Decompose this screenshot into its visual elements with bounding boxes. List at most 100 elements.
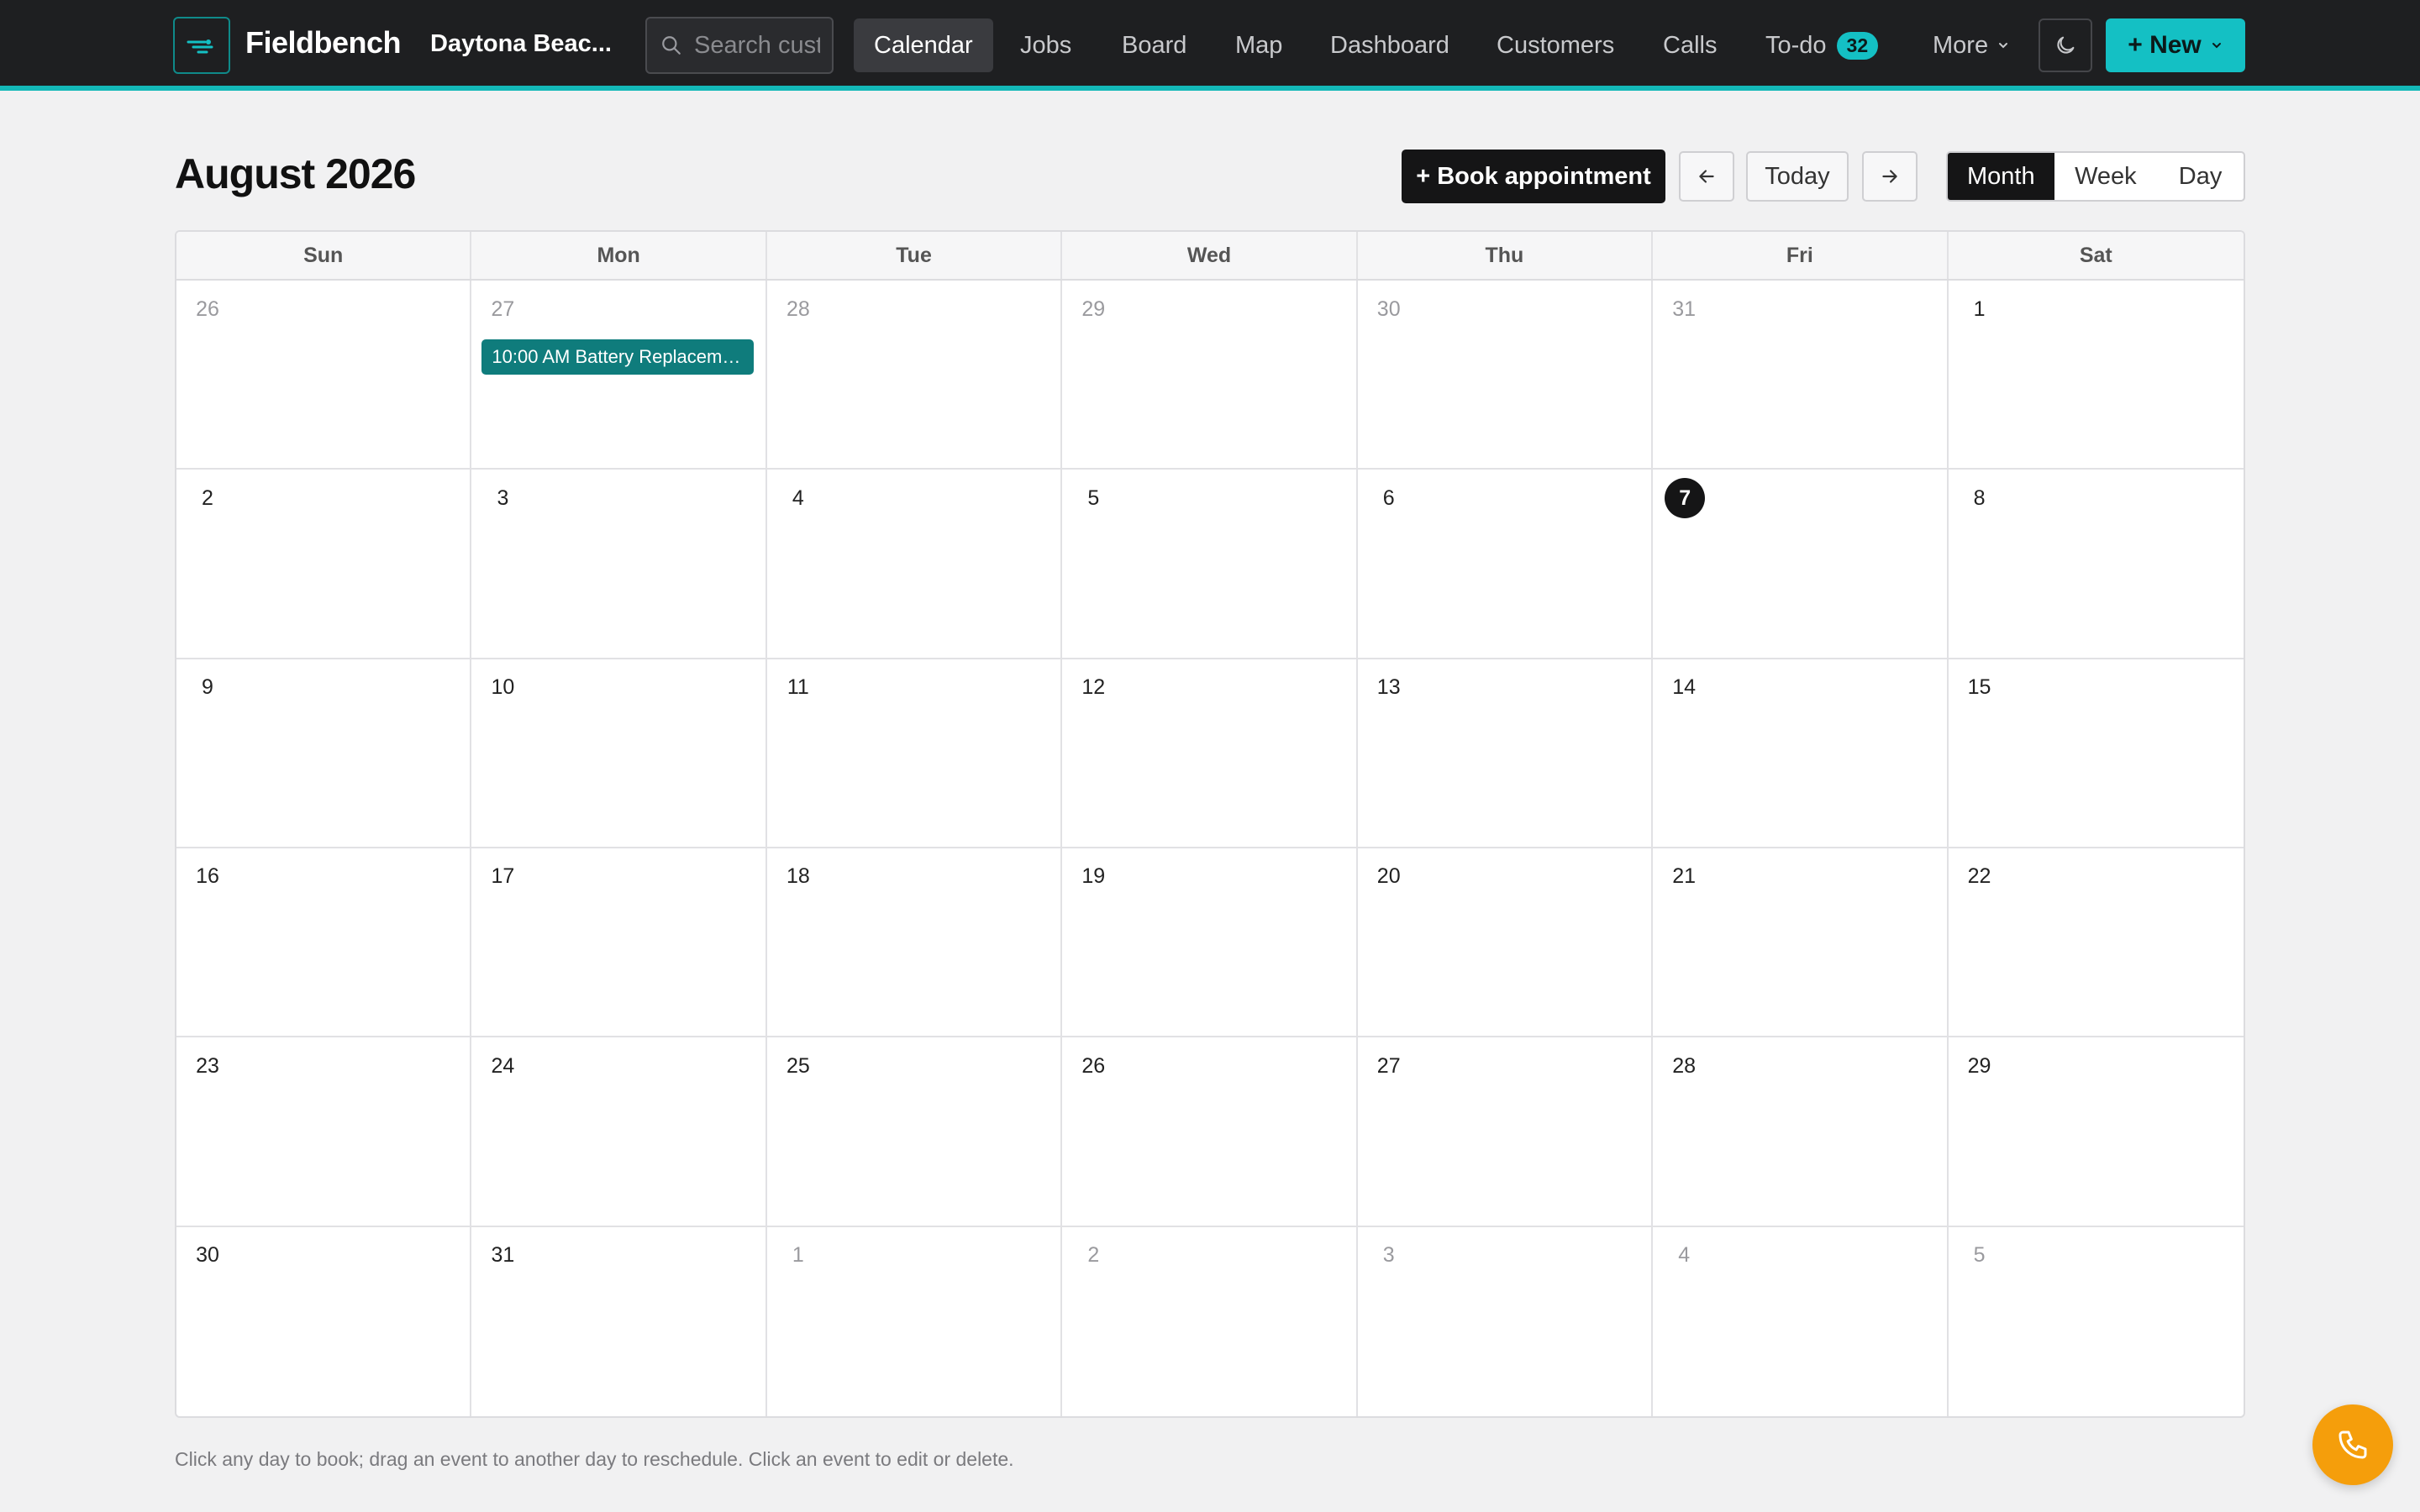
day-number: 6 xyxy=(1382,486,1395,510)
calendar-day[interactable]: 23 xyxy=(176,1037,472,1227)
calendar-event[interactable]: 10:00 AM Battery Replacement xyxy=(481,339,754,375)
calendar-day[interactable]: 15 xyxy=(1948,659,2244,848)
nav-board[interactable]: Board xyxy=(1102,18,1207,72)
calendar-day[interactable]: 30 xyxy=(1357,281,1654,470)
day-number: 5 xyxy=(1973,1243,1986,1268)
view-day-button[interactable]: Day xyxy=(2157,153,2244,200)
day-number: 29 xyxy=(1081,297,1106,321)
day-number: 14 xyxy=(1672,675,1697,700)
day-number: 31 xyxy=(1672,297,1697,321)
day-number: 30 xyxy=(1376,297,1401,321)
calendar-day[interactable]: 18 xyxy=(766,848,1063,1038)
location-selector[interactable]: Daytona Beac... xyxy=(430,30,612,58)
calendar-day[interactable]: 14 xyxy=(1653,659,1949,848)
calendar-day[interactable]: 13 xyxy=(1357,659,1654,848)
calendar-day[interactable]: 21 xyxy=(1653,848,1949,1038)
day-number: 30 xyxy=(196,1243,219,1268)
brand-name[interactable]: Fieldbench xyxy=(245,25,402,60)
nav-calendar[interactable]: Calendar xyxy=(854,18,993,72)
calendar-day[interactable]: 28 xyxy=(1653,1037,1949,1227)
calendar-day[interactable]: 17 xyxy=(471,848,767,1038)
day-number: 20 xyxy=(1376,864,1401,889)
today-button[interactable]: Today xyxy=(1746,151,1849,202)
weekday-label: Thu xyxy=(1358,232,1654,279)
calendar-day[interactable]: 6 xyxy=(1357,470,1654,659)
todo-count-badge: 32 xyxy=(1836,31,1879,60)
calendar-day[interactable]: 27 10:00 AM Battery Replacement xyxy=(471,281,767,470)
new-button[interactable]: + New xyxy=(2106,18,2245,72)
calendar-day[interactable]: 5 xyxy=(1949,1227,2244,1416)
nav-calls[interactable]: Calls xyxy=(1643,18,1737,72)
calendar-day[interactable]: 31 xyxy=(471,1226,767,1416)
calendar-day[interactable]: 2 xyxy=(176,470,472,659)
next-month-button[interactable] xyxy=(1862,151,1918,202)
dark-mode-toggle[interactable] xyxy=(2039,18,2092,72)
calendar-day[interactable]: 3 xyxy=(471,470,767,659)
calendar-day[interactable]: 11 xyxy=(766,659,1063,848)
book-appointment-button[interactable]: + Book appointment xyxy=(1402,150,1665,203)
day-number: 17 xyxy=(491,864,515,889)
day-number: 8 xyxy=(1973,486,1986,510)
calendar-day[interactable]: 9 xyxy=(176,659,472,848)
calendar-day[interactable]: 4 xyxy=(1653,1226,1949,1416)
calendar-day[interactable]: 29 xyxy=(1948,1037,2244,1227)
calendar-day[interactable]: 29 xyxy=(1062,281,1358,470)
day-number: 15 xyxy=(1967,675,1991,700)
day-number: 31 xyxy=(491,1243,515,1268)
calendar-day[interactable]: 24 xyxy=(471,1037,767,1227)
view-month-button[interactable]: Month xyxy=(1948,153,2054,200)
calendar-day[interactable]: 31 xyxy=(1653,281,1949,470)
day-number: 12 xyxy=(1081,675,1106,700)
day-number: 27 xyxy=(491,297,515,321)
calendar-day[interactable]: 19 xyxy=(1062,848,1358,1038)
call-button[interactable] xyxy=(2312,1404,2393,1485)
calendar-day[interactable]: 16 xyxy=(176,848,472,1038)
chevron-down-icon xyxy=(1999,43,2008,49)
day-number: 4 xyxy=(1678,1243,1691,1268)
arrow-left-icon xyxy=(1699,170,1714,183)
day-number: 26 xyxy=(196,297,219,321)
calendar-day[interactable]: 2 xyxy=(1062,1226,1358,1416)
calendar-day-today[interactable]: 7 xyxy=(1653,470,1949,659)
calendar-day[interactable]: 27 xyxy=(1357,1037,1654,1227)
calendar-day[interactable]: 30 xyxy=(176,1226,472,1416)
chevron-down-icon xyxy=(2212,43,2221,49)
day-number: 4 xyxy=(792,486,804,510)
calendar-day[interactable]: 28 xyxy=(766,281,1063,470)
day-number: 29 xyxy=(1967,1053,1991,1078)
day-number: 25 xyxy=(786,1053,810,1078)
calendar-day[interactable]: 8 xyxy=(1948,470,2244,659)
calendar-day[interactable]: 20 xyxy=(1357,848,1654,1038)
calendar-day[interactable]: 4 xyxy=(766,470,1063,659)
calendar-day[interactable]: 26 xyxy=(176,281,472,470)
moon-icon xyxy=(2057,36,2075,54)
logo-icon[interactable] xyxy=(173,17,230,74)
day-number: 28 xyxy=(786,297,810,321)
calendar-day[interactable]: 26 xyxy=(1062,1037,1358,1227)
calendar-day[interactable]: 3 xyxy=(1358,1226,1654,1416)
calendar-day[interactable]: 22 xyxy=(1948,848,2244,1038)
day-number: 1 xyxy=(1973,297,1986,321)
calendar-day[interactable]: 25 xyxy=(766,1037,1063,1227)
day-number: 3 xyxy=(497,486,509,510)
weekday-label: Fri xyxy=(1653,232,1949,279)
search-box[interactable] xyxy=(645,17,834,74)
nav-todo[interactable]: To-do 32 xyxy=(1745,18,1898,72)
calendar-day[interactable]: 12 xyxy=(1062,659,1358,848)
calendar-day[interactable]: 1 xyxy=(767,1226,1063,1416)
previous-month-button[interactable] xyxy=(1679,151,1734,202)
nav-jobs[interactable]: Jobs xyxy=(1000,18,1092,72)
nav-customers[interactable]: Customers xyxy=(1476,18,1634,72)
nav-more[interactable]: More xyxy=(1912,18,2030,72)
weekday-header: Sun Mon Tue Wed Thu Fri Sat xyxy=(176,232,2244,281)
weekday-label: Wed xyxy=(1062,232,1358,279)
nav-map[interactable]: Map xyxy=(1215,18,1302,72)
day-number: 22 xyxy=(1967,864,1991,889)
nav-dashboard[interactable]: Dashboard xyxy=(1310,18,1470,72)
calendar-day[interactable]: 1 xyxy=(1948,281,2244,470)
weekday-label: Tue xyxy=(767,232,1063,279)
calendar-day[interactable]: 10 xyxy=(471,659,767,848)
view-week-button[interactable]: Week xyxy=(2054,153,2158,200)
calendar-day[interactable]: 5 xyxy=(1062,470,1358,659)
search-input[interactable] xyxy=(694,31,820,60)
